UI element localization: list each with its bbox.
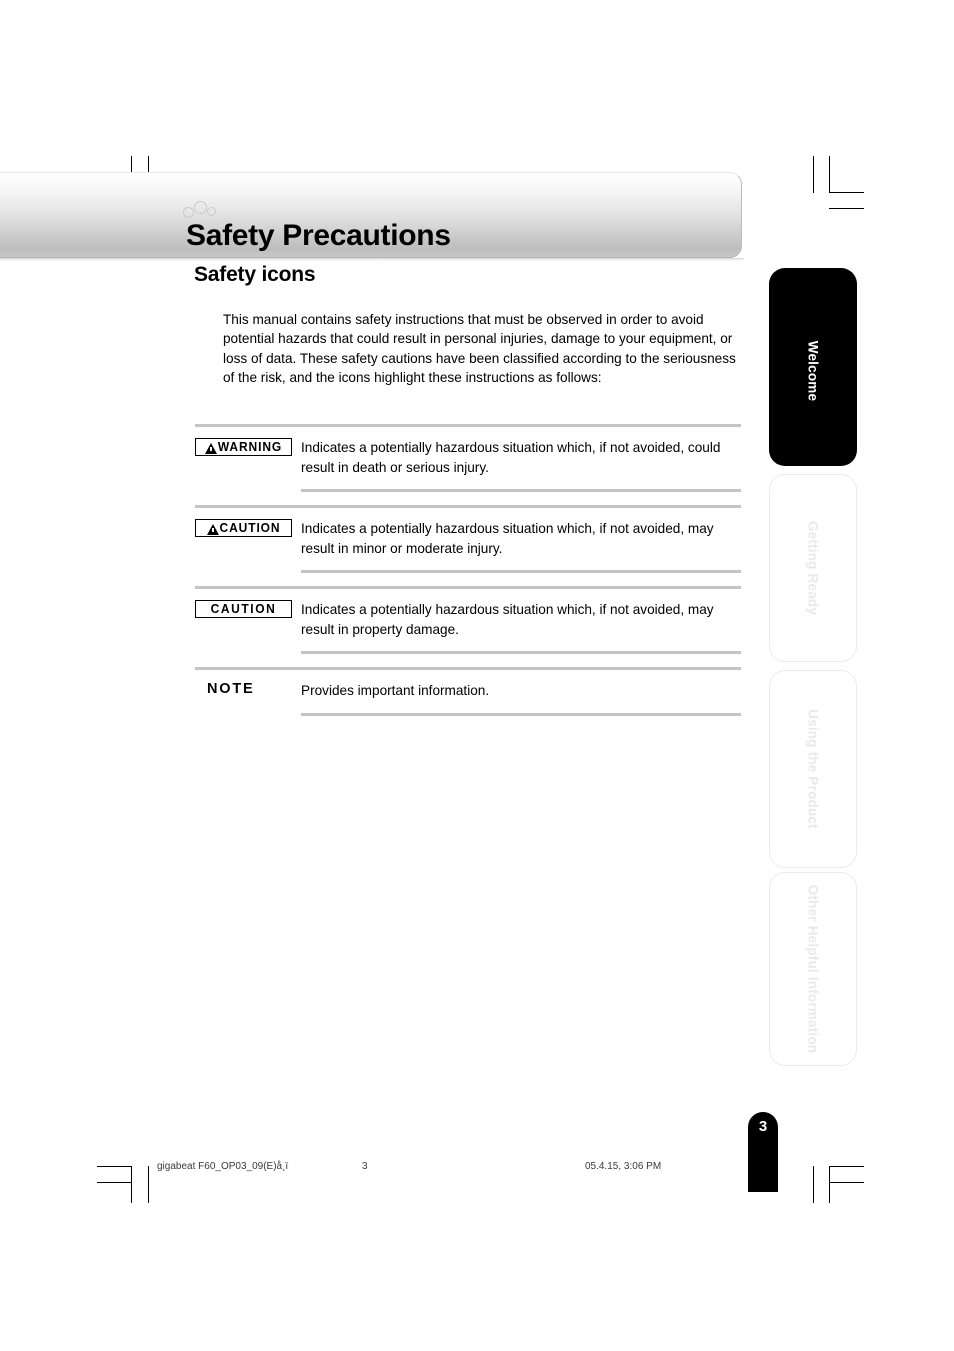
caution-label-text: CAUTION [219,520,281,536]
table-row: WARNING Indicates a potentially hazardou… [195,438,741,477]
note-label-text: NOTE [207,681,255,697]
icon-cell: CAUTION [195,600,301,618]
row-description: Indicates a potentially hazardous situat… [301,521,714,556]
footer-page-number: 3 [362,1161,368,1172]
side-tab-label: Other Helpful Information [805,884,821,1054]
row-description: Indicates a potentially hazardous situat… [301,440,721,475]
section-title: Safety icons [194,263,316,286]
footer-file-name: gigabeat F60_OP03_09(E)å¸ï [157,1161,289,1172]
row-description: Provides important information. [301,683,490,698]
table-row: CAUTION Indicates a potentially hazardou… [195,600,741,639]
side-tab-using-the-product[interactable]: Using the Product [769,670,857,868]
footer: gigabeat F60_OP03_09(E)å¸ï 3 05.4.15, 3:… [0,1161,954,1181]
side-tab-label: Welcome [805,340,821,402]
row-description: Indicates a potentially hazardous situat… [301,602,714,637]
warning-label-box: WARNING [195,438,292,456]
side-tab-label: Getting Ready [805,520,821,616]
caution-label-box: CAUTION [195,519,292,537]
header-banner-shadow [0,258,744,261]
page-title: Safety Precautions [186,219,451,252]
side-tab-other-helpful-information[interactable]: Other Helpful Information [769,872,857,1066]
intro-paragraph: This manual contains safety instructions… [223,311,736,386]
icon-cell: WARNING [195,438,301,456]
table-row: CAUTION Indicates a potentially hazardou… [195,519,741,558]
warning-label-text: WARNING [217,439,283,455]
icon-cell: CAUTION [195,519,301,537]
side-tab-welcome[interactable]: Welcome [769,268,857,466]
bubbles-decoration-icon [183,199,223,219]
side-tab-getting-ready[interactable]: Getting Ready [769,474,857,662]
table-row: NOTE Provides important information. [195,681,741,701]
page-number: 3 [758,1118,768,1135]
row-rule-bottom [301,712,741,716]
side-tab-label: Using the Product [805,709,821,829]
warning-triangle-icon [204,442,217,454]
icon-cell: NOTE [195,681,301,697]
caution-plain-label-text: CAUTION [210,601,277,617]
caution-plain-label-box: CAUTION [195,600,292,618]
page-canvas: Safety Precautions Safety icons This man… [0,0,954,1351]
caution-triangle-icon [206,523,219,535]
footer-timestamp: 05.4.15, 3:06 PM [585,1161,662,1172]
safety-icon-table: WARNING Indicates a potentially hazardou… [195,424,741,716]
